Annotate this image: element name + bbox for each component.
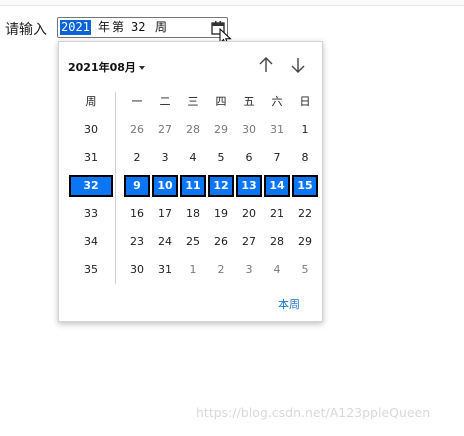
day-cell[interactable]: 28 (263, 228, 291, 256)
day-cell[interactable]: 17 (151, 200, 179, 228)
week-row[interactable]: 33 16 17 18 19 20 21 22 (67, 200, 315, 228)
weekday-header: 五 (243, 95, 255, 108)
this-week-button[interactable]: 本周 (278, 296, 300, 312)
calendar-grid: 周 一二三四五六日 30 26 27 28 29 30 31 1 31 2 3 4 5 6 7 8 32 9 10 1… (67, 88, 318, 284)
day-cell[interactable]: 6 (235, 144, 263, 172)
week-number[interactable]: 35 (67, 256, 115, 284)
day-cell[interactable]: 5 (291, 256, 319, 284)
week-number[interactable]: 31 (67, 144, 115, 172)
year-segment[interactable]: 2021 (60, 20, 91, 35)
week-row[interactable]: 34 23 24 25 26 27 28 29 (67, 228, 315, 256)
watermark-text: https://blog.csdn.net/A123ppleQueen (196, 405, 431, 420)
day-cell[interactable]: 12 (208, 175, 234, 197)
weekday-header: 一 (131, 95, 143, 108)
week-word: 周 (155, 20, 168, 34)
day-cell[interactable]: 9 (124, 175, 150, 197)
day-cell[interactable]: 5 (207, 144, 235, 172)
week-rows: 30 26 27 28 29 30 31 1 31 2 3 4 5 6 7 8 32 9 10 11 12 13 14 15 3… (67, 116, 318, 284)
selected-week-row[interactable]: 32 9 10 11 12 13 14 15 (67, 172, 318, 200)
weekday-header: 四 (215, 95, 227, 108)
day-cell[interactable]: 4 (179, 144, 207, 172)
week-picker-popup: 2021年08月 周 一二三四五六日 30 26 27 28 29 30 31 1 31 2 3 4 5… (58, 41, 323, 322)
day-cell[interactable]: 8 (291, 144, 319, 172)
top-border (0, 0, 464, 6)
week-number[interactable]: 30 (67, 116, 115, 144)
week-field-label: 请输入 (5, 22, 47, 38)
day-cell[interactable]: 11 (180, 175, 206, 197)
page: 请输入 2021 年 第 32 周 2021年08月 周 一 二 三 四 五 六… (0, 0, 464, 436)
day-cell[interactable]: 30 (235, 116, 263, 144)
week-row[interactable]: 30 26 27 28 29 30 31 1 (67, 116, 315, 144)
weekday-header: 二 (159, 95, 171, 108)
day-cell[interactable]: 16 (123, 200, 151, 228)
arrow-down-icon[interactable] (288, 55, 308, 75)
week-number[interactable]: 34 (67, 228, 115, 256)
day-cell[interactable]: 10 (152, 175, 178, 197)
day-cell[interactable]: 3 (235, 256, 263, 284)
week-number[interactable]: 32 (69, 175, 113, 197)
day-cell[interactable]: 25 (179, 228, 207, 256)
month-year-label: 2021年08月 (68, 61, 136, 74)
day-cell[interactable]: 7 (263, 144, 291, 172)
week-segment[interactable]: 32 (131, 20, 145, 35)
day-cell[interactable]: 2 (207, 256, 235, 284)
day-cell[interactable]: 31 (151, 256, 179, 284)
day-cell[interactable]: 28 (179, 116, 207, 144)
day-cell[interactable]: 14 (264, 175, 290, 197)
day-cell[interactable]: 27 (151, 116, 179, 144)
day-cell[interactable]: 30 (123, 256, 151, 284)
ordinal-word: 第 (112, 20, 125, 34)
day-cell[interactable]: 19 (207, 200, 235, 228)
day-cell[interactable]: 23 (123, 228, 151, 256)
caret-down-icon (138, 66, 145, 70)
weekday-header: 日 (299, 95, 311, 108)
day-cell[interactable]: 4 (263, 256, 291, 284)
day-cell[interactable]: 22 (291, 200, 319, 228)
day-cell[interactable]: 21 (263, 200, 291, 228)
week-number[interactable]: 33 (67, 200, 115, 228)
day-cell[interactable]: 20 (235, 200, 263, 228)
week-column-header: 周 (85, 95, 97, 108)
arrow-up-icon[interactable] (256, 55, 276, 75)
day-cell[interactable]: 31 (263, 116, 291, 144)
week-row[interactable]: 31 2 3 4 5 6 7 8 (67, 144, 315, 172)
weekday-header: 三 (187, 95, 199, 108)
day-cell[interactable]: 26 (207, 228, 235, 256)
day-cell[interactable]: 15 (292, 175, 318, 197)
weekday-header: 六 (271, 95, 283, 108)
day-cell[interactable]: 27 (235, 228, 263, 256)
day-cell[interactable]: 24 (151, 228, 179, 256)
day-cell[interactable]: 1 (179, 256, 207, 284)
day-cell[interactable]: 18 (179, 200, 207, 228)
day-cell[interactable]: 2 (123, 144, 151, 172)
day-cell[interactable]: 26 (123, 116, 151, 144)
weekday-header-row: 周 一二三四五六日 (67, 88, 315, 116)
day-cell[interactable]: 1 (291, 116, 319, 144)
month-year-select[interactable]: 2021年08月 (68, 59, 145, 75)
day-cell[interactable]: 13 (236, 175, 262, 197)
week-input[interactable]: 2021 年 第 32 周 (57, 17, 228, 38)
week-row[interactable]: 35 30 31 1 2 3 4 5 (67, 256, 315, 284)
day-cell[interactable]: 3 (151, 144, 179, 172)
year-word: 年 (98, 20, 111, 34)
day-cell[interactable]: 29 (207, 116, 235, 144)
day-cell[interactable]: 29 (291, 228, 319, 256)
